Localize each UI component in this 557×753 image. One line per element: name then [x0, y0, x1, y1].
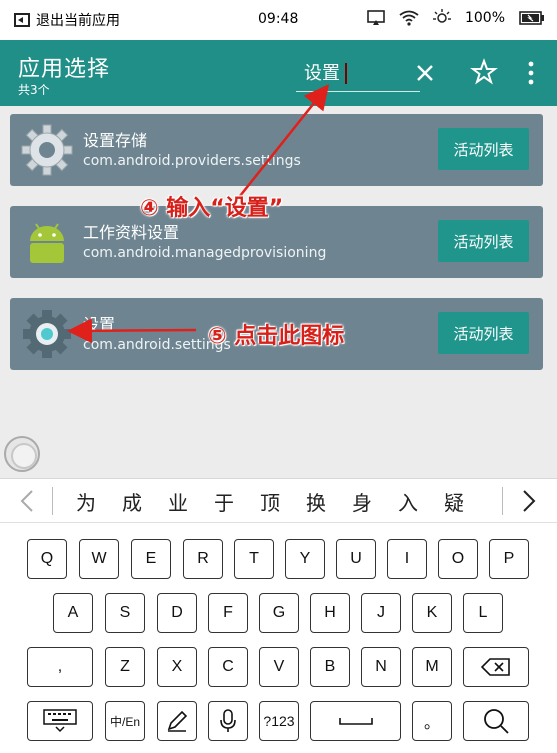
candidate-word[interactable]: 疑 — [444, 487, 464, 516]
handwriting-key[interactable] — [157, 701, 197, 741]
key-k[interactable]: K — [412, 593, 452, 633]
more-options-button[interactable] — [524, 60, 538, 86]
key-a[interactable]: A — [53, 593, 93, 633]
battery-icon — [519, 11, 544, 25]
key-t[interactable]: T — [234, 539, 274, 579]
key-f[interactable]: F — [208, 593, 248, 633]
text-caret — [345, 63, 347, 84]
app-bar: 应用选择 共3个 — [0, 40, 557, 106]
period-key[interactable]: 。 — [412, 701, 452, 741]
space-key[interactable] — [310, 701, 401, 741]
app-name: 工作资料设置 — [83, 223, 180, 242]
exit-icon — [14, 13, 30, 27]
key-y[interactable]: Y — [285, 539, 325, 579]
activity-list-button[interactable]: 活动列表 — [438, 128, 529, 170]
pen-icon — [167, 710, 188, 732]
language-switch-key[interactable]: 中/En — [105, 701, 145, 741]
app-name: 设置 — [83, 315, 116, 334]
app-name: 设置存储 — [83, 131, 148, 150]
divider — [502, 487, 503, 515]
key-e[interactable]: E — [131, 539, 171, 579]
app-count: 共3个 — [18, 83, 50, 97]
key-comma[interactable]: , — [27, 647, 93, 687]
gear-icon — [21, 124, 73, 176]
candidate-word[interactable]: 入 — [398, 487, 418, 516]
key-b[interactable]: B — [310, 647, 350, 687]
key-c[interactable]: C — [208, 647, 248, 687]
key-o[interactable]: O — [438, 539, 478, 579]
key-q[interactable]: Q — [27, 539, 67, 579]
candidate-word[interactable]: 成 — [122, 487, 142, 516]
hide-keyboard-key[interactable] — [27, 701, 93, 741]
key-n[interactable]: N — [361, 647, 401, 687]
favorite-star-button[interactable] — [470, 58, 498, 86]
space-icon — [338, 718, 373, 725]
app-package: com.android.managedprovisioning — [83, 245, 327, 261]
divider — [52, 487, 53, 515]
settings-icon[interactable] — [20, 307, 74, 361]
key-g[interactable]: G — [259, 593, 299, 633]
candidate-word[interactable]: 换 — [306, 487, 326, 516]
brightness-icon — [432, 9, 451, 23]
candidate-word[interactable]: 身 — [352, 487, 372, 516]
candidate-word[interactable]: 为 — [76, 487, 96, 516]
search-icon — [484, 709, 509, 734]
app-card[interactable]: 设置存储 com.android.providers.settings 活动列表 — [10, 114, 543, 186]
key-d[interactable]: D — [157, 593, 197, 633]
page-title: 应用选择 — [18, 57, 111, 82]
symbols-key[interactable]: ?123 — [259, 701, 299, 741]
candidate-word[interactable]: 于 — [214, 487, 234, 516]
chevron-right-icon[interactable] — [514, 487, 542, 515]
microphone-icon — [220, 709, 236, 732]
step5-annotation: ⑤ 点击此图标 — [208, 324, 345, 349]
clear-search-button[interactable] — [412, 60, 438, 86]
activity-list-button[interactable]: 活动列表 — [438, 312, 529, 354]
keyboard-icon — [43, 709, 77, 733]
app-package: com.android.providers.settings — [83, 153, 301, 169]
battery-percent: 100% — [464, 10, 505, 26]
candidate-bar: 为 成 业 于 顶 换 身 入 疑 — [0, 479, 557, 523]
floating-assist-button[interactable] — [4, 436, 40, 472]
key-u[interactable]: U — [336, 539, 376, 579]
search-key[interactable] — [463, 701, 529, 741]
candidate-word[interactable]: 顶 — [260, 487, 280, 516]
key-w[interactable]: W — [79, 539, 119, 579]
backspace-icon — [481, 658, 510, 676]
cast-icon — [367, 10, 385, 25]
key-z[interactable]: Z — [105, 647, 145, 687]
key-x[interactable]: X — [157, 647, 197, 687]
status-bar: 退出当前应用 09:48 100% — [0, 0, 557, 40]
android-robot-icon — [30, 223, 64, 263]
key-h[interactable]: H — [310, 593, 350, 633]
key-i[interactable]: I — [387, 539, 427, 579]
key-p[interactable]: P — [489, 539, 529, 579]
key-l[interactable]: L — [463, 593, 503, 633]
exit-app-label: 退出当前应用 — [36, 13, 120, 29]
search-input[interactable] — [304, 58, 384, 86]
key-m[interactable]: M — [412, 647, 452, 687]
wifi-icon — [399, 10, 419, 26]
chevron-left-icon[interactable] — [14, 487, 42, 515]
key-s[interactable]: S — [105, 593, 145, 633]
step4-annotation: ④ 输入“设置” — [140, 196, 284, 221]
key-r[interactable]: R — [183, 539, 223, 579]
backspace-key[interactable] — [463, 647, 529, 687]
voice-input-key[interactable] — [208, 701, 248, 741]
key-v[interactable]: V — [259, 647, 299, 687]
key-j[interactable]: J — [361, 593, 401, 633]
candidate-word[interactable]: 业 — [168, 487, 188, 516]
activity-list-button[interactable]: 活动列表 — [438, 220, 529, 262]
clock: 09:48 — [258, 11, 299, 27]
exit-app-control[interactable]: 退出当前应用 — [14, 10, 120, 30]
soft-keyboard: 为 成 业 于 顶 换 身 入 疑 Q W E R T Y U I O P A … — [0, 478, 557, 753]
search-box[interactable] — [296, 54, 420, 92]
